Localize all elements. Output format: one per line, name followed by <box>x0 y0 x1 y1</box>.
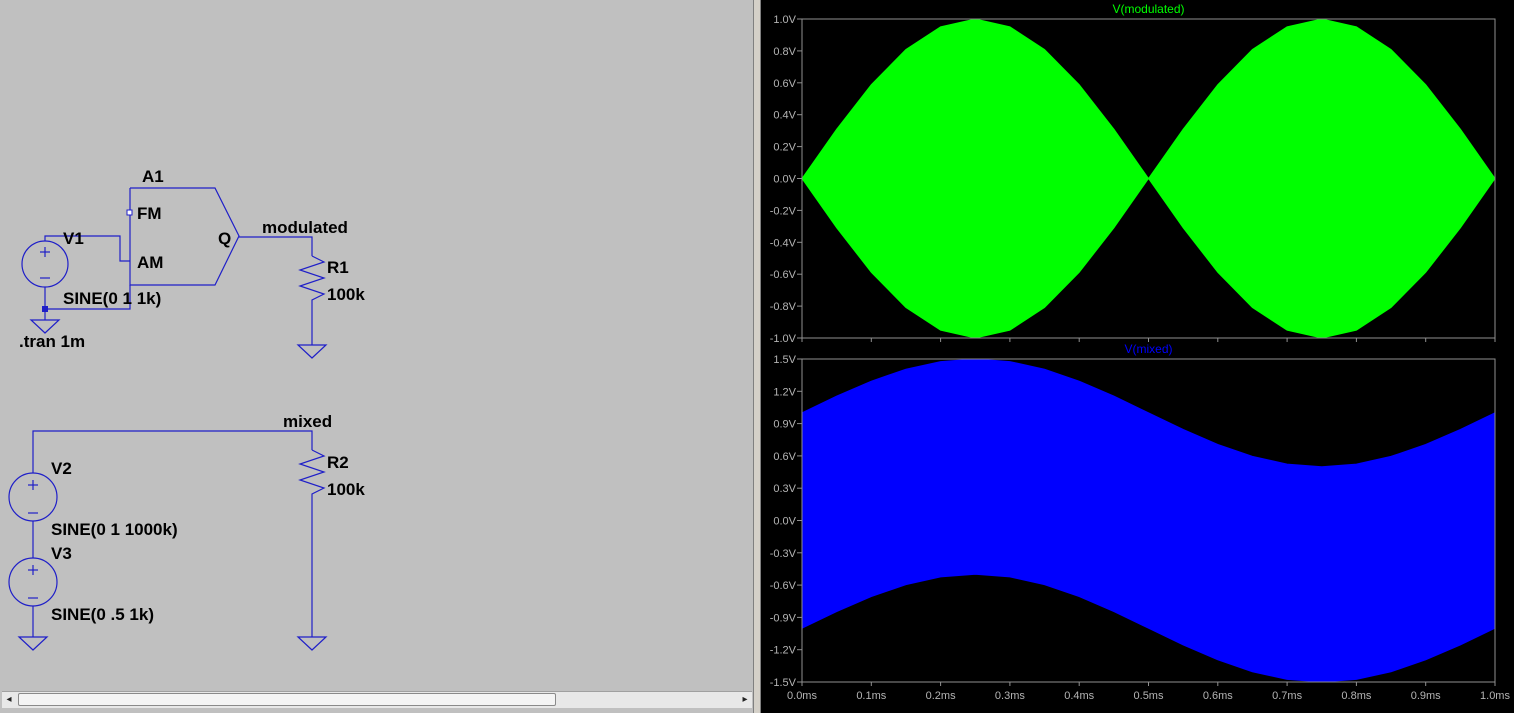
v3-label: V3 <box>51 544 72 563</box>
scrollbar-thumb[interactable] <box>18 693 556 706</box>
x-tick-label: 0.5ms <box>1134 690 1164 702</box>
voltage-source-v2[interactable] <box>8 472 58 522</box>
x-tick-label: 0.6ms <box>1203 690 1233 702</box>
schematic-canvas[interactable]: A1 FM AM Q V1 SINE(0 1 1k) .tran 1m modu… <box>0 0 753 691</box>
waveform-canvas[interactable]: 1.0V 0.8V 0.6V 0.4V 0.2V 0.0V -0.2V -0.4V -0.6V -… <box>761 0 1514 713</box>
y-tick-label: 0.9V <box>773 419 796 431</box>
x-tick-label: 0.0ms <box>787 690 817 702</box>
schematic-editor[interactable]: A1 FM AM Q V1 SINE(0 1 1k) .tran 1m modu… <box>0 0 753 713</box>
y-tick-label: 0.8V <box>773 46 796 58</box>
r2-label: R2 <box>327 453 349 472</box>
a1-fm-pin-label: FM <box>137 204 162 223</box>
x-tick-label: 0.7ms <box>1272 690 1302 702</box>
y-tick-label: -0.9V <box>770 612 797 624</box>
y-tick-label: -0.6V <box>770 580 797 592</box>
trace-title[interactable]: V(mixed) <box>1124 342 1172 356</box>
y-tick-label: 1.0V <box>773 14 796 26</box>
horizontal-scrollbar[interactable]: ◂ ▸ <box>2 691 752 708</box>
resistor-r2[interactable] <box>298 449 326 637</box>
x-tick-label: 0.4ms <box>1064 690 1094 702</box>
y-tick-label: -0.8V <box>770 301 797 313</box>
y-tick-label: 0.2V <box>773 142 796 154</box>
x-tick-label: 0.2ms <box>926 690 956 702</box>
voltage-source-v1[interactable] <box>21 240 69 288</box>
plot-pane-1[interactable]: 1.0V 0.8V 0.6V 0.4V 0.2V 0.0V -0.2V -0.4V -0.6V -… <box>770 2 1496 345</box>
y-tick-label: 0.0V <box>773 174 796 186</box>
r2-value[interactable]: 100k <box>327 480 365 499</box>
net-label-mixed[interactable]: mixed <box>283 412 332 431</box>
wire-mixed[interactable] <box>32 430 313 473</box>
voltage-source-v3[interactable] <box>8 557 58 607</box>
wire-v1-am[interactable] <box>44 235 130 262</box>
pane-splitter[interactable] <box>753 0 761 713</box>
y-tick-label: -0.3V <box>770 548 797 560</box>
spice-directive[interactable]: .tran 1m <box>19 332 85 351</box>
x-tick-label: 0.1ms <box>856 690 886 702</box>
y-tick-label: -0.6V <box>770 269 797 281</box>
net-label-modulated[interactable]: modulated <box>262 218 348 237</box>
y-tick-label: 1.5V <box>773 354 796 366</box>
y-tick-label: -1.2V <box>770 645 797 657</box>
wire-modulated[interactable] <box>239 236 313 256</box>
v1-value[interactable]: SINE(0 1 1k) <box>63 289 161 308</box>
resistor-r1[interactable] <box>298 255 326 345</box>
y-tick-label: 0.0V <box>773 516 796 528</box>
ground-symbol-4[interactable] <box>296 636 328 651</box>
v1-label: V1 <box>63 229 84 248</box>
y-tick-label: 0.4V <box>773 110 796 122</box>
r1-value[interactable]: 100k <box>327 285 365 304</box>
y-tick-label: 1.2V <box>773 386 796 398</box>
v3-value[interactable]: SINE(0 .5 1k) <box>51 605 154 624</box>
trace-title[interactable]: V(modulated) <box>1112 2 1184 16</box>
a1-q-pin-label: Q <box>218 229 231 248</box>
ground-symbol-2[interactable] <box>296 344 328 359</box>
y-tick-label: 0.6V <box>773 78 796 90</box>
x-tick-label: 0.3ms <box>995 690 1025 702</box>
x-tick-label: 0.9ms <box>1411 690 1441 702</box>
plot-pane-2[interactable]: 1.5V 1.2V 0.9V 0.6V 0.3V 0.0V -0.3V -0.6V -0.9V -… <box>770 342 1511 702</box>
y-tick-label: -1.0V <box>770 333 797 345</box>
scroll-left-arrow[interactable]: ◂ <box>2 692 16 708</box>
a1-am-pin-label: AM <box>137 253 163 272</box>
waveform-viewer[interactable]: 1.0V 0.8V 0.6V 0.4V 0.2V 0.0V -0.2V -0.4V -0.6V -… <box>761 0 1514 713</box>
ground-symbol-3[interactable] <box>17 636 49 651</box>
scroll-right-arrow[interactable]: ▸ <box>738 692 752 708</box>
y-tick-label: 0.3V <box>773 483 796 495</box>
x-tick-label: 0.8ms <box>1341 690 1371 702</box>
x-tick-label: 1.0ms <box>1480 690 1510 702</box>
trace-envelope[interactable] <box>801 18 1496 339</box>
y-tick-label: -0.2V <box>770 205 797 217</box>
r1-label: R1 <box>327 258 349 277</box>
v2-value[interactable]: SINE(0 1 1000k) <box>51 520 178 539</box>
y-tick-label: -0.4V <box>770 237 797 249</box>
y-tick-label: -1.5V <box>770 677 797 689</box>
y-tick-label: 0.6V <box>773 451 796 463</box>
trace-envelope[interactable] <box>801 358 1496 683</box>
a1-label: A1 <box>142 167 164 186</box>
v2-label: V2 <box>51 459 72 478</box>
